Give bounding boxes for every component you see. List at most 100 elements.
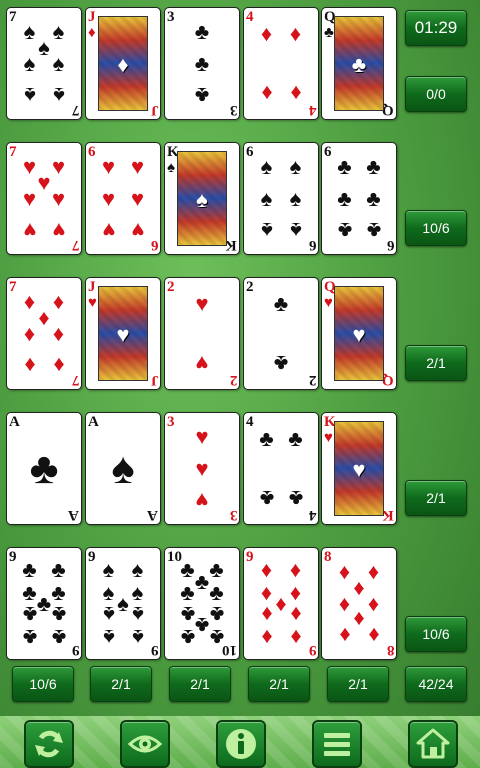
- card-suit-pip: ♣: [194, 50, 210, 76]
- card-suit-symbol: ♥: [352, 321, 366, 347]
- card-suit-pip: ♣: [209, 579, 224, 605]
- playing-card[interactable]: Q Q ♣ ♣: [321, 7, 397, 120]
- playing-card[interactable]: 4 4 ♦ ♦ ♦ ♦: [243, 7, 319, 120]
- card-suit-pip: ♣: [337, 153, 352, 179]
- card-suit-pip: ♦: [260, 625, 273, 651]
- playing-card[interactable]: 3 3 ♣ ♣ ♣: [164, 7, 240, 120]
- row-4-score: 2/1: [405, 480, 467, 516]
- card-suit-pip: ♦: [260, 556, 273, 582]
- card-suit-pip: ♠: [52, 83, 65, 109]
- card-suit-pip: ♣: [288, 426, 303, 452]
- home-button[interactable]: [408, 720, 458, 768]
- playing-card[interactable]: A A ♣: [6, 412, 82, 525]
- card-suit-pip: ♥: [130, 218, 145, 244]
- card-suit-pip: ♣: [273, 350, 289, 376]
- playing-card[interactable]: K K ♠ ♠: [164, 142, 240, 255]
- card-suit-pip: ♣: [337, 185, 352, 211]
- playing-card[interactable]: 6 6 ♥ ♥ ♥ ♥ ♥ ♥: [85, 142, 161, 255]
- card-suit-symbol: ♥: [116, 321, 130, 347]
- refresh-icon: [35, 730, 63, 758]
- card-pips: ♥ ♥ ♥ ♥ ♥ ♥ ♥: [15, 153, 73, 244]
- card-suit-pip: ♥: [195, 423, 209, 449]
- row-5-score: 10/6: [405, 616, 467, 652]
- card-suit-pip: ♣: [29, 443, 59, 493]
- column-5-score: 2/1: [327, 666, 389, 702]
- menu-icon: [324, 733, 350, 756]
- card-suit-pip: ♠: [289, 218, 302, 244]
- row-2-score: 10/6: [405, 210, 467, 246]
- playing-card[interactable]: 4 4 ♣ ♣ ♣ ♣: [243, 412, 319, 525]
- card-suit-pip: ♥: [130, 153, 145, 179]
- card-suit-pip: ♣: [209, 625, 224, 651]
- playing-card[interactable]: 7 7 ♠ ♠ ♠ ♠ ♠ ♠ ♠: [6, 7, 82, 120]
- playing-card[interactable]: 9 9 ♣ ♣ ♣ ♣ ♣ ♣ ♣ ♣ ♣: [6, 547, 82, 660]
- card-suit-pip: ♠: [131, 556, 144, 582]
- playing-card[interactable]: J J ♦ ♦: [85, 7, 161, 120]
- home-icon: [416, 728, 450, 759]
- playing-card[interactable]: 6 6 ♣ ♣ ♣ ♣ ♣ ♣: [321, 142, 397, 255]
- card-suit-pip: ♣: [22, 556, 37, 582]
- card-suit-pip: ♦: [23, 353, 36, 379]
- card-suit-pip: ♣: [366, 185, 381, 211]
- card-suit-pip: ♠: [260, 153, 273, 179]
- playing-card[interactable]: J J ♥ ♥: [85, 277, 161, 390]
- card-pips: ♦ ♦ ♦ ♦ ♦ ♦ ♦ ♦: [330, 558, 388, 649]
- bottom-toolbar: [0, 716, 480, 768]
- playing-card[interactable]: 9 9 ♠ ♠ ♠ ♠ ♠ ♠ ♠ ♠ ♠: [85, 547, 161, 660]
- eye-icon: [127, 735, 163, 753]
- playing-card[interactable]: 10 10 ♣ ♣ ♣ ♣ ♣ ♣ ♣ ♣ ♣ ♣: [164, 547, 240, 660]
- card-suit-symbol: ♥: [324, 430, 333, 446]
- card-suit-pip: ♦: [289, 556, 302, 582]
- card-suit-pip: ♦: [367, 623, 380, 649]
- card-suit-pip: ♦: [289, 80, 302, 106]
- card-suit-pip: ♦: [23, 320, 36, 346]
- playing-card[interactable]: 9 9 ♦ ♦ ♦ ♦ ♦ ♦ ♦ ♦ ♦: [243, 547, 319, 660]
- playing-card[interactable]: 6 6 ♠ ♠ ♠ ♠ ♠ ♠: [243, 142, 319, 255]
- playing-card[interactable]: 2 2 ♣ ♣: [243, 277, 319, 390]
- card-suit-pip: ♦: [260, 21, 273, 47]
- top-score-counter: 0/0: [405, 76, 467, 112]
- column-4-score: 2/1: [248, 666, 310, 702]
- card-suit-pip: ♥: [195, 291, 209, 317]
- card-suit-pip: ♠: [289, 185, 302, 211]
- card-suit-pip: ♠: [131, 625, 144, 651]
- card-pips: ♣ ♣ ♣ ♣ ♣ ♣ ♣ ♣ ♣ ♣: [173, 558, 231, 651]
- card-pips: ♥ ♥ ♥ ♥ ♥ ♥: [94, 153, 152, 244]
- info-button[interactable]: [216, 720, 266, 768]
- card-suit-pip: ♦: [52, 320, 65, 346]
- card-suit-symbol: ♣: [324, 25, 334, 41]
- card-rank-corner: J: [150, 102, 159, 118]
- card-suit-pip: ♣: [194, 83, 210, 109]
- card-suit-symbol: ♦: [88, 25, 96, 41]
- face-card-artwork: ♠: [177, 151, 227, 246]
- card-pips: ♣: [15, 423, 73, 514]
- card-pips: ♣ ♣ ♣ ♣ ♣ ♣: [330, 153, 388, 244]
- card-rank-corner: J: [150, 372, 159, 388]
- card-suit-pip: ♣: [51, 625, 66, 651]
- face-card-artwork: ♥: [334, 286, 384, 381]
- card-pips: ♠: [94, 423, 152, 514]
- card-suit-pip: ♣: [259, 485, 274, 511]
- card-pips: ♣ ♣ ♣: [173, 18, 231, 109]
- card-pips: ♣ ♣: [252, 288, 310, 379]
- playing-card[interactable]: 3 3 ♥ ♥ ♥: [164, 412, 240, 525]
- card-pips: ♠ ♠ ♠ ♠ ♠ ♠ ♠: [15, 18, 73, 109]
- playing-card[interactable]: 7 7 ♥ ♥ ♥ ♥ ♥ ♥ ♥: [6, 142, 82, 255]
- playing-card[interactable]: Q Q ♥ ♥: [321, 277, 397, 390]
- refresh-button[interactable]: [24, 720, 74, 768]
- playing-card[interactable]: 7 7 ♦ ♦ ♦ ♦ ♦ ♦ ♦: [6, 277, 82, 390]
- card-pips: ♥ ♥: [173, 288, 231, 379]
- card-pips: ♣ ♣ ♣ ♣ ♣ ♣ ♣ ♣ ♣: [15, 556, 73, 651]
- column-2-score: 2/1: [90, 666, 152, 702]
- card-suit-pip: ♣: [22, 625, 37, 651]
- show-hint-button[interactable]: [120, 720, 170, 768]
- playing-card[interactable]: 8 8 ♦ ♦ ♦ ♦ ♦ ♦ ♦ ♦: [321, 547, 397, 660]
- playing-card[interactable]: 2 2 ♥ ♥: [164, 277, 240, 390]
- card-suit-pip: ♣: [51, 556, 66, 582]
- card-suit-pip: ♠: [131, 602, 144, 628]
- face-card-artwork: ♣: [334, 16, 384, 111]
- playing-card[interactable]: A A ♠: [85, 412, 161, 525]
- menu-button[interactable]: [312, 720, 362, 768]
- card-suit-pip: ♦: [338, 623, 351, 649]
- playing-card[interactable]: K K ♥ ♥: [321, 412, 397, 525]
